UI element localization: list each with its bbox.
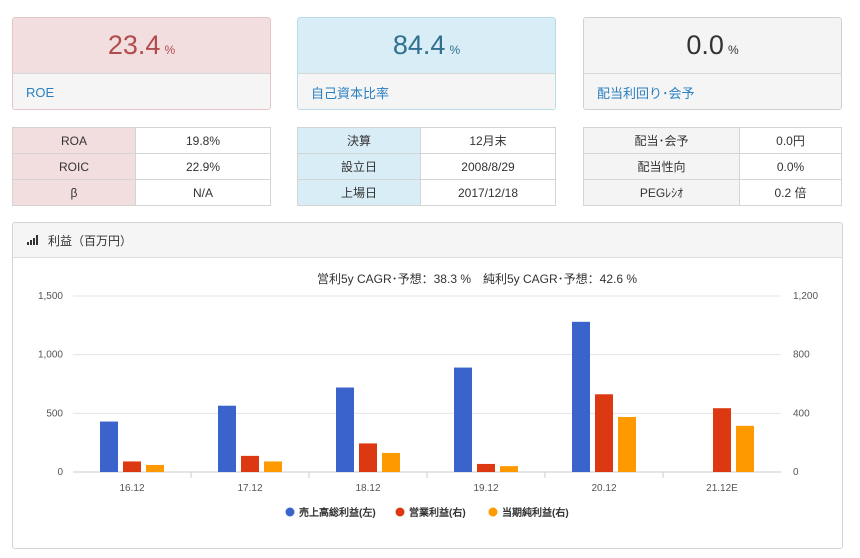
bar (500, 466, 518, 472)
x-tick-label: 17.12 (237, 483, 262, 494)
table-key: 配当性向 (583, 153, 740, 180)
table-value: 22.9% (135, 153, 271, 180)
legend-label: 当期純利益(右) (502, 506, 569, 519)
table-key: 配当･会予 (583, 127, 740, 154)
table-key: ROA (12, 127, 136, 154)
table-row: 配当性向 0.0% (583, 153, 842, 180)
bar (572, 321, 590, 472)
dividend-yield-unit: % (727, 42, 739, 57)
roe-link[interactable]: ROE (13, 74, 270, 109)
table-value: N/A (135, 179, 271, 206)
equity-ratio-value: 84.4 (392, 30, 446, 60)
equity-ratio-link[interactable]: 自己資本比率 (298, 74, 555, 109)
bar (595, 394, 613, 472)
equity-ratio-value-box: 84.4 % (298, 18, 555, 74)
table-value: 19.8% (135, 127, 271, 154)
chart-title: 営利5y CAGR･予想：38.3 % 純利5y CAGR･予想：42.6 % (317, 271, 637, 286)
y-right-tick-label: 400 (793, 408, 810, 419)
table-value: 0.0% (739, 153, 842, 180)
bar (359, 443, 377, 472)
panel-header: 利益（百万円） (13, 223, 842, 258)
x-tick-label: 20.12 (591, 483, 616, 494)
legend-label: 営業利益(右) (409, 506, 466, 519)
bar (477, 463, 495, 472)
table-row: 上場日 2017/12/18 (297, 179, 556, 206)
table-value: 2008/8/29 (420, 153, 556, 180)
roe-value-box: 23.4 % (13, 18, 270, 74)
y-right-tick-label: 1,200 (793, 291, 818, 302)
x-tick-label: 19.12 (473, 483, 498, 494)
dividend-yield-value-box: 0.0 % (584, 18, 841, 74)
table-row: PEGﾚｼｵ 0.2 倍 (583, 179, 842, 206)
table-row: ROIC 22.9% (12, 153, 271, 180)
bar (713, 408, 731, 472)
bar (146, 464, 164, 472)
legend-label: 売上高総利益(左) (299, 506, 376, 519)
equity-ratio-card: 84.4 % 自己資本比率 (297, 17, 556, 110)
table-value: 2017/12/18 (420, 179, 556, 206)
panel-title: 利益（百万円） (48, 233, 133, 248)
table-value: 12月末 (420, 127, 556, 154)
table-key: 決算 (297, 127, 421, 154)
bar (264, 461, 282, 472)
table-row: 配当･会予 0.0円 (583, 127, 842, 154)
bar (100, 421, 118, 472)
bar (336, 387, 354, 472)
table-key: 設立日 (297, 153, 421, 180)
profitability-table: ROA 19.8% ROIC 22.9% β N/A (12, 127, 271, 206)
table-row: β N/A (12, 179, 271, 206)
table-key: β (12, 179, 136, 206)
roe-card: 23.4 % ROE (12, 17, 271, 110)
dividend-yield-card: 0.0 % 配当利回り･会予 (583, 17, 842, 110)
bar (736, 425, 754, 472)
x-tick-label: 21.12E (706, 483, 738, 494)
table-value: 0.0円 (739, 127, 842, 154)
y-left-tick-label: 500 (46, 408, 63, 419)
table-key: ROIC (12, 153, 136, 180)
table-key: PEGﾚｼｵ (583, 179, 740, 206)
roe-value: 23.4 (107, 30, 161, 60)
x-tick-label: 16.12 (119, 483, 144, 494)
bar (241, 455, 259, 472)
table-row: ROA 19.8% (12, 127, 271, 154)
bar (123, 461, 141, 472)
bar (454, 367, 472, 472)
y-right-tick-label: 800 (793, 350, 810, 361)
table-row: 設立日 2008/8/29 (297, 153, 556, 180)
y-left-tick-label: 1,000 (38, 350, 63, 361)
table-key: 上場日 (297, 179, 421, 206)
bar-chart-icon (27, 235, 38, 245)
bar (218, 405, 236, 472)
legend-marker (395, 507, 405, 517)
y-right-tick-label: 0 (793, 467, 799, 478)
roe-unit: % (164, 42, 176, 57)
profit-bar-chart: 営利5y CAGR･予想：38.3 % 純利5y CAGR･予想：42.6 % 0… (38, 271, 818, 519)
profit-chart-panel: 利益（百万円） 営利5y CAGR･予想：38.3 % 純利5y CAGR･予想… (12, 222, 843, 549)
table-value: 0.2 倍 (739, 179, 842, 206)
bar (618, 417, 636, 472)
y-left-tick-label: 1,500 (38, 291, 63, 302)
chart-area: 営利5y CAGR･予想：38.3 % 純利5y CAGR･予想：42.6 % 0… (13, 259, 842, 548)
legend-marker (488, 507, 498, 517)
x-tick-label: 18.12 (355, 483, 380, 494)
dividend-yield-value: 0.0 (686, 30, 724, 60)
dividend-yield-link[interactable]: 配当利回り･会予 (584, 74, 841, 109)
equity-ratio-unit: % (449, 42, 461, 57)
company-info-table: 決算 12月末 設立日 2008/8/29 上場日 2017/12/18 (297, 127, 556, 206)
legend-marker (285, 507, 295, 517)
y-left-tick-label: 0 (57, 467, 63, 478)
table-row: 決算 12月末 (297, 127, 556, 154)
bar (382, 452, 400, 472)
dividend-table: 配当･会予 0.0円 配当性向 0.0% PEGﾚｼｵ 0.2 倍 (583, 127, 842, 206)
